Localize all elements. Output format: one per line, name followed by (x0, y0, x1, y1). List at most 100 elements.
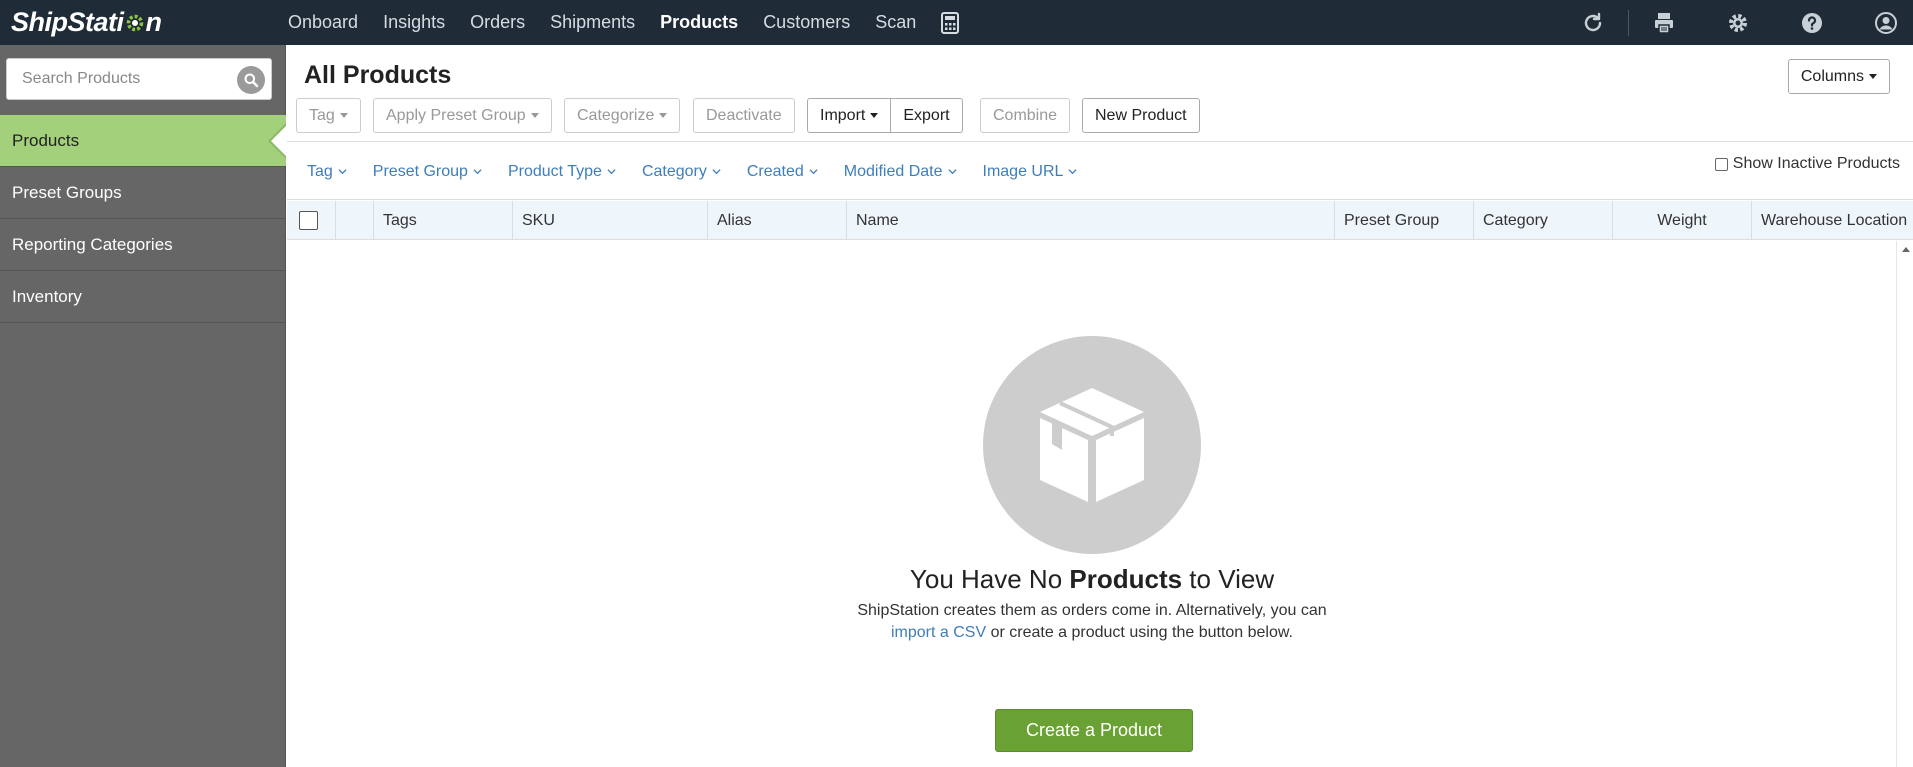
logo-text-a: ShipStati (11, 6, 124, 37)
tag-button[interactable]: Tag (296, 98, 361, 133)
caret-down-icon (870, 113, 879, 118)
filter-label: Tag (307, 162, 333, 180)
export-button[interactable]: Export (891, 98, 963, 133)
refresh-icon[interactable] (1580, 10, 1606, 36)
sidebar-item-preset-groups[interactable]: Preset Groups (0, 167, 286, 219)
deactivate-button[interactable]: Deactivate (693, 98, 795, 133)
nav-utilities (1580, 0, 1913, 45)
filter-bar: Tag Preset Group Product Type Category C… (287, 141, 1913, 200)
filter-label: Category (641, 162, 707, 180)
new-product-button[interactable]: New Product (1082, 98, 1200, 133)
printer-icon[interactable] (1651, 10, 1677, 36)
column-header-warehouse-location[interactable]: Warehouse Location (1751, 201, 1913, 240)
columns-button[interactable]: Columns (1787, 59, 1890, 94)
top-nav: ShipStati n Onboard Insights Orders Ship… (0, 0, 1913, 45)
empty-text-line-2: import a CSV or create a product using t… (287, 622, 1897, 644)
empty-text-line-1: ShipStation creates them as orders come … (857, 602, 1327, 619)
column-header-sku[interactable]: SKU (512, 201, 707, 240)
sidebar: Products Preset Groups Reporting Categor… (0, 45, 287, 767)
empty-title-pre: You Have No (909, 564, 1070, 594)
import-button[interactable]: Import (807, 98, 892, 133)
search-box (6, 58, 272, 100)
sidebar-nav: Products Preset Groups Reporting Categor… (0, 115, 287, 323)
column-header-weight[interactable]: Weight (1612, 201, 1751, 240)
filter-product-type[interactable]: Product Type (508, 163, 616, 181)
import-export-group: Import Export (807, 98, 963, 133)
column-header-preset-group[interactable]: Preset Group (1334, 201, 1473, 240)
nav-onboard[interactable]: Onboard (288, 12, 358, 33)
table-header: Tags SKU Alias Name Preset Group Categor… (287, 201, 1913, 240)
show-inactive-toggle[interactable]: Show Inactive Products (1714, 155, 1900, 173)
empty-text-line-2-rest: or create a product using the button bel… (986, 624, 1293, 641)
filter-created[interactable]: Created (747, 163, 818, 181)
combine-button[interactable]: Combine (980, 98, 1071, 133)
nav-orders[interactable]: Orders (470, 12, 525, 33)
filter-label: Created (746, 162, 804, 180)
search-icon (244, 73, 259, 88)
chevron-down-icon (607, 169, 616, 175)
caret-down-icon (530, 113, 539, 118)
logo-text-b: n (145, 6, 163, 37)
empty-state: You Have No Products to View ShipStation… (287, 241, 1896, 767)
export-label: Export (903, 106, 950, 124)
column-header-alias[interactable]: Alias (707, 201, 846, 240)
page-title: All Products (304, 61, 452, 89)
show-inactive-checkbox[interactable] (1714, 157, 1728, 171)
filter-modified-date[interactable]: Modified Date (844, 163, 957, 181)
nav-insights[interactable]: Insights (383, 12, 445, 33)
columns-label: Columns (1800, 67, 1864, 85)
help-icon[interactable] (1799, 10, 1825, 36)
vertical-scrollbar[interactable] (1896, 241, 1913, 767)
show-inactive-label: Show Inactive Products (1732, 155, 1900, 172)
apply-preset-group-label: Apply Preset Group (386, 106, 526, 124)
column-header-tags[interactable]: Tags (373, 201, 512, 240)
import-csv-link[interactable]: import a CSV (891, 624, 986, 641)
scroll-up-arrow-icon[interactable] (1902, 247, 1910, 252)
filter-tag[interactable]: Tag (307, 163, 347, 181)
logo-gear-icon (126, 14, 143, 32)
new-product-label: New Product (1095, 106, 1187, 124)
empty-state-illustration (983, 336, 1201, 554)
chevron-down-icon (338, 169, 347, 175)
categorize-label: Categorize (577, 106, 655, 124)
sidebar-item-reporting-categories[interactable]: Reporting Categories (0, 219, 286, 271)
chevron-down-icon (1068, 169, 1077, 175)
combine-label: Combine (993, 106, 1058, 124)
chevron-down-icon (712, 169, 721, 175)
select-all-checkbox[interactable] (299, 211, 318, 230)
nav-scan[interactable]: Scan (875, 12, 916, 33)
deactivate-label: Deactivate (706, 106, 782, 124)
column-header-category[interactable]: Category (1473, 201, 1612, 240)
filter-image-url[interactable]: Image URL (983, 163, 1078, 181)
nav-shipments[interactable]: Shipments (550, 12, 635, 33)
nav-customers[interactable]: Customers (763, 12, 850, 33)
shipstation-logo[interactable]: ShipStati n (11, 6, 162, 38)
import-label: Import (820, 106, 866, 124)
categorize-button[interactable]: Categorize (564, 98, 681, 133)
filter-category[interactable]: Category (642, 163, 721, 181)
gear-icon[interactable] (1725, 10, 1751, 36)
calculator-icon[interactable] (939, 11, 961, 34)
search-button[interactable] (237, 66, 265, 94)
caret-down-icon (1869, 74, 1877, 79)
column-header-name[interactable]: Name (846, 201, 1334, 240)
main-content: All Products Columns Tag Apply Preset Gr… (287, 45, 1913, 767)
account-icon[interactable] (1873, 10, 1899, 36)
chevron-down-icon (473, 169, 482, 175)
column-header-thumbnail[interactable] (335, 201, 373, 240)
filter-preset-group[interactable]: Preset Group (373, 163, 482, 181)
apply-preset-group-button[interactable]: Apply Preset Group (373, 98, 552, 133)
filter-label: Product Type (507, 162, 602, 180)
caret-down-icon (659, 113, 668, 118)
main-nav: Onboard Insights Orders Shipments Produc… (288, 0, 961, 45)
sidebar-item-products[interactable]: Products (0, 115, 287, 167)
nav-divider (1628, 9, 1629, 36)
create-product-button[interactable]: Create a Product (995, 709, 1193, 752)
empty-title-post: to View (1182, 564, 1275, 594)
filter-label: Preset Group (372, 162, 468, 180)
search-input[interactable] (7, 59, 227, 99)
chevron-down-icon (947, 169, 957, 175)
sidebar-item-inventory[interactable]: Inventory (0, 271, 286, 323)
filter-list: Tag Preset Group Product Type Category C… (307, 142, 1103, 201)
nav-products[interactable]: Products (660, 12, 738, 33)
